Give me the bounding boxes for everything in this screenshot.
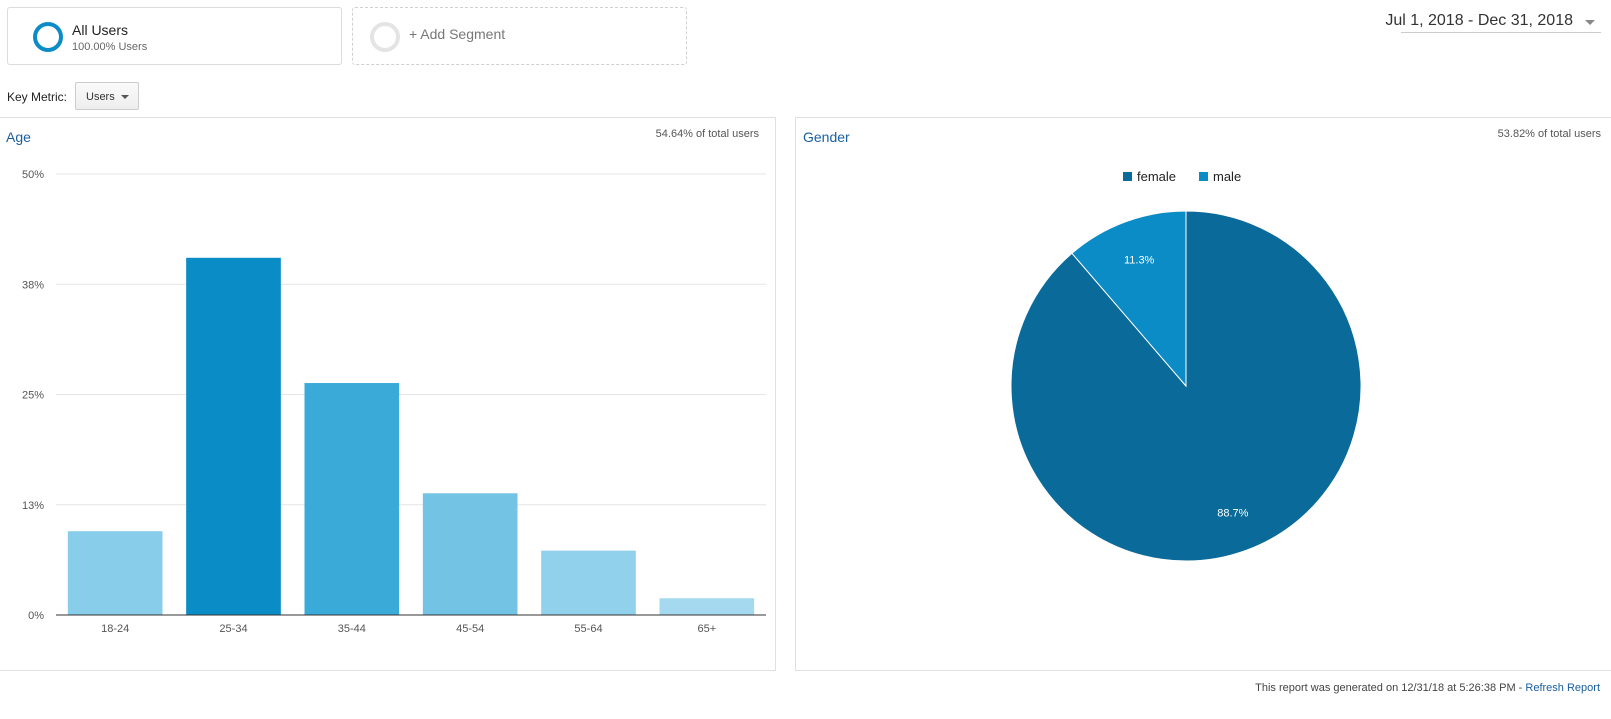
age-bar	[67, 531, 163, 615]
x-tick-label: 25-34	[219, 623, 247, 635]
date-range-picker[interactable]: Jul 1, 2018 - Dec 31, 2018	[1385, 10, 1601, 33]
age-bar	[422, 493, 518, 615]
y-tick-label: 0%	[28, 610, 44, 622]
segment-percentage: 100.00% Users	[72, 41, 148, 53]
age-bar-chart: 0% 13% 25% 38% 50% 18-24 25-34 35-44 45-54 55-64 6…	[22, 169, 766, 635]
key-metric-label: Key Metric:	[7, 90, 68, 104]
y-tick-label: 50%	[22, 169, 44, 181]
date-range-text: Jul 1, 2018 - Dec 31, 2018	[1385, 12, 1573, 29]
y-tick-label: 25%	[22, 390, 44, 402]
gender-panel: Gender 53.82% of total users female male 8…	[795, 117, 1611, 671]
segment-ring-icon	[33, 22, 63, 52]
legend-swatch-female	[1123, 172, 1132, 181]
chevron-down-icon	[1585, 20, 1595, 25]
gender-pie-chart: female male 88.7% 11.3%	[1010, 169, 1362, 562]
y-tick-label: 38%	[22, 279, 44, 291]
all-users-segment[interactable]: All Users 100.00% Users	[7, 7, 342, 65]
report-footer: This report was generated on 12/31/18 at…	[1255, 682, 1600, 694]
add-segment-button[interactable]: + Add Segment	[352, 7, 687, 65]
age-bar	[541, 550, 636, 615]
y-tick-label: 13%	[22, 500, 44, 512]
refresh-report-link[interactable]: Refresh Report	[1525, 682, 1600, 694]
age-bar	[186, 257, 281, 615]
pie-label-female: 88.7%	[1217, 507, 1248, 519]
x-tick-label: 55-64	[574, 623, 602, 635]
x-tick-label: 45-54	[456, 623, 484, 635]
key-metric-dropdown[interactable]: Users	[75, 82, 139, 110]
x-tick-label: 18-24	[101, 623, 129, 635]
empty-segment-ring-icon	[370, 22, 400, 52]
legend-label-female: female	[1137, 169, 1176, 184]
add-segment-label: + Add Segment	[409, 26, 506, 42]
key-metric-value: Users	[86, 91, 115, 103]
segment-name: All Users	[72, 22, 129, 38]
age-panel: Age 54.64% of total users 0% 13% 25% 38% 50%…	[0, 117, 776, 671]
age-bar	[659, 598, 755, 615]
x-tick-label: 35-44	[338, 623, 366, 635]
chevron-down-icon	[121, 95, 129, 99]
legend-swatch-male	[1199, 172, 1208, 181]
age-bar	[304, 383, 400, 615]
x-tick-label: 65+	[697, 623, 716, 635]
report-generated-text: This report was generated on 12/31/18 at…	[1255, 682, 1526, 694]
pie-label-male: 11.3%	[1124, 255, 1155, 267]
legend-label-male: male	[1213, 169, 1241, 184]
